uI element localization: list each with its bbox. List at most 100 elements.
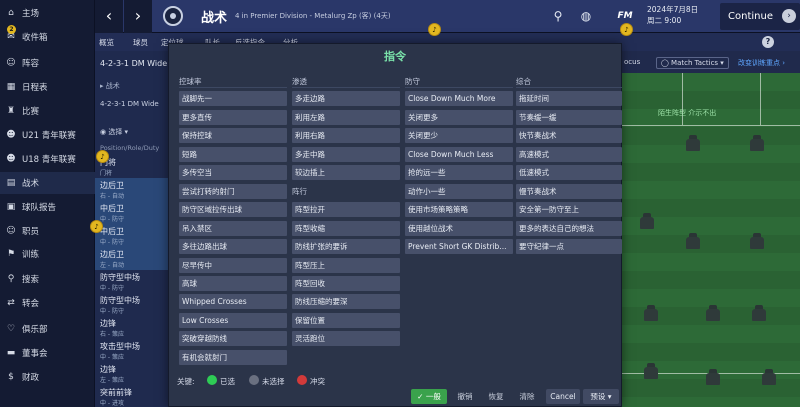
instruction-option[interactable]: 短路 [179,147,287,162]
undo-button[interactable]: 撤销 [451,389,479,404]
player-shirt-icon[interactable] [706,369,720,385]
instruction-option[interactable]: 节奏缓一缓 [516,110,622,125]
instruction-option[interactable]: 较边插上 [292,165,400,180]
instruction-option[interactable]: 关闭更多 [405,110,513,125]
instruction-option[interactable]: 尽早传中 [179,258,287,273]
sidebar-item-training[interactable]: ⚑ 训练 [0,243,95,265]
instruction-option[interactable]: 快节奏战术 [516,128,622,143]
instruction-option[interactable]: 低速模式 [516,165,622,180]
instruction-option[interactable]: 阵型收缩 [292,221,400,236]
general-tab-button[interactable]: ✓ 一般 [411,389,447,404]
instruction-option[interactable]: 防线压缩的要深 [292,294,400,309]
subnav-players[interactable]: 球员 [133,37,148,48]
position-row[interactable]: 防守型中场 中 - 防守 [95,270,168,293]
sidebar-item-team-report[interactable]: ▣ 球队报告 [0,196,95,218]
instruction-option[interactable]: 多传空当 [179,165,287,180]
instruction-option[interactable]: 使用越位战术 [405,221,513,236]
select-dropdown[interactable]: ◉ 选择 ▾ [100,127,128,137]
player-shirt-icon[interactable] [750,135,764,151]
instruction-option[interactable]: 利用右路 [292,128,400,143]
instruction-option[interactable]: 突破穿越防线 [179,331,287,346]
position-row[interactable]: 突前前锋 中 - 进攻 [95,385,168,407]
sidebar-item-competitions[interactable]: ♜ 比赛 [0,100,95,122]
formation-label[interactable]: 4-2-3-1 DM Wide [100,59,167,68]
tutorial-hint-icon[interactable]: ♪ [96,150,109,163]
instruction-option[interactable]: 利用左路 [292,110,400,125]
position-row[interactable]: 边后卫 左 - 自动 [95,247,168,270]
position-row[interactable]: 边锋 左 - 策应 [95,362,168,385]
instruction-option[interactable]: 尝试打转的射门 [179,184,287,199]
sidebar-item-board[interactable]: ▬ 董事会 [0,342,95,364]
instruction-option[interactable]: Prevent Short GK Distrib... [405,239,513,254]
instruction-option[interactable]: 防守区域拉传出球 [179,202,287,217]
instruction-option[interactable]: 保持控球 [179,128,287,143]
instruction-option[interactable]: 拖延时间 [516,91,622,106]
instruction-option[interactable]: 有机会就射门 [179,350,287,365]
tutorial-hint-icon[interactable]: ♪ [620,23,633,36]
instruction-option[interactable]: 多走中路 [292,147,400,162]
back-button[interactable]: ‹ [95,0,123,33]
player-shirt-icon[interactable] [752,305,766,321]
club-logo-icon[interactable] [163,6,183,26]
instruction-option[interactable]: 要守纪律一点 [516,239,622,254]
instruction-option[interactable]: 更多的表达自己的想法 [516,221,622,236]
continue-button[interactable]: Continue › [720,3,800,30]
instruction-option[interactable]: 阵型拉开 [292,202,400,217]
player-shirt-icon[interactable] [644,305,658,321]
instruction-option[interactable]: Close Down Much Less [405,147,513,162]
instruction-option[interactable]: 抢的远一些 [405,165,513,180]
sidebar-item-tactics[interactable]: ▤ 战术 [0,172,95,194]
instruction-option[interactable]: 更多直传 [179,110,287,125]
instruction-option[interactable]: 安全第一防守至上 [516,202,622,217]
sidebar-item-inbox[interactable]: ✉ 2 收件箱 [0,25,95,48]
position-row[interactable]: 防守型中场 中 - 防守 [95,293,168,316]
instruction-option[interactable]: 使用市场策略策略 [405,202,513,217]
instruction-option[interactable]: 高球 [179,276,287,291]
instruction-option[interactable]: Whipped Crosses [179,294,287,309]
sidebar-item-squad[interactable]: ☺ 阵容 [0,52,95,74]
player-shirt-icon[interactable] [686,233,700,249]
instruction-option[interactable]: 动作小一些 [405,184,513,199]
instruction-option[interactable]: 高速模式 [516,147,622,162]
sidebar-item-transfers[interactable]: ⇄ 转会 [0,292,95,314]
cancel-button[interactable]: Cancel [546,389,580,404]
redo-button[interactable]: 恢复 [482,389,510,404]
sidebar-item-staff[interactable]: ☺ 职员 [0,220,95,242]
position-row[interactable]: 中后卫 中 - 防守 [95,201,168,224]
player-shirt-icon[interactable] [762,369,776,385]
player-shirt-icon[interactable] [706,305,720,321]
clear-button[interactable]: 清除 [513,389,541,404]
sidebar-item-scouting[interactable]: ⚲ 搜索 [0,268,95,290]
player-shirt-icon[interactable] [686,135,700,151]
instruction-option[interactable]: 慢节奏战术 [516,184,622,199]
player-shirt-icon[interactable] [750,233,764,249]
position-row[interactable]: 边锋 右 - 策应 [95,316,168,339]
instruction-option[interactable]: 阵型回收 [292,276,400,291]
position-row[interactable]: 攻击型中场 中 - 策应 [95,339,168,362]
sidebar-item-finances[interactable]: $ 财政 [0,366,95,388]
instruction-option[interactable]: 战脚先一 [179,91,287,106]
instruction-option[interactable]: 关闭更少 [405,128,513,143]
sidebar-item-schedule[interactable]: ▦ 日程表 [0,76,95,98]
player-shirt-icon[interactable] [640,213,654,229]
position-row[interactable]: 中后卫 中 - 防守 [95,224,168,247]
sidebar-item-club[interactable]: ♡ 俱乐部 [0,318,95,340]
instruction-option[interactable]: 防线扩张的要诉 [292,239,400,254]
game-date[interactable]: 2024年7月8日 周二 9:00 [647,4,717,30]
instruction-option[interactable]: 阵型压上 [292,258,400,273]
sidebar-item-u21[interactable]: ☻ U21 青年联赛 [0,124,95,146]
instruction-option[interactable]: Low Crosses [179,313,287,328]
player-shirt-icon[interactable] [644,363,658,379]
globe-icon[interactable]: ◍ [572,0,600,33]
position-row[interactable]: 边后卫 右 - 自动 [95,178,168,201]
search-icon[interactable]: ⚲ [544,0,572,33]
sidebar-item-home[interactable]: ⌂ 主场 [0,2,95,24]
forward-button[interactable]: › [124,0,152,33]
change-training-focus-link[interactable]: 改变训练重点 › [738,58,785,68]
instruction-option[interactable]: Close Down Much More [405,91,513,106]
instruction-option[interactable]: 保留位置 [292,313,400,328]
sidebar-item-u18[interactable]: ☻ U18 青年联赛 [0,148,95,170]
instruction-option[interactable]: 多往边路出球 [179,239,287,254]
help-icon[interactable]: ? [762,36,774,48]
preset-dropdown[interactable]: 预设 ▾ [583,389,619,404]
